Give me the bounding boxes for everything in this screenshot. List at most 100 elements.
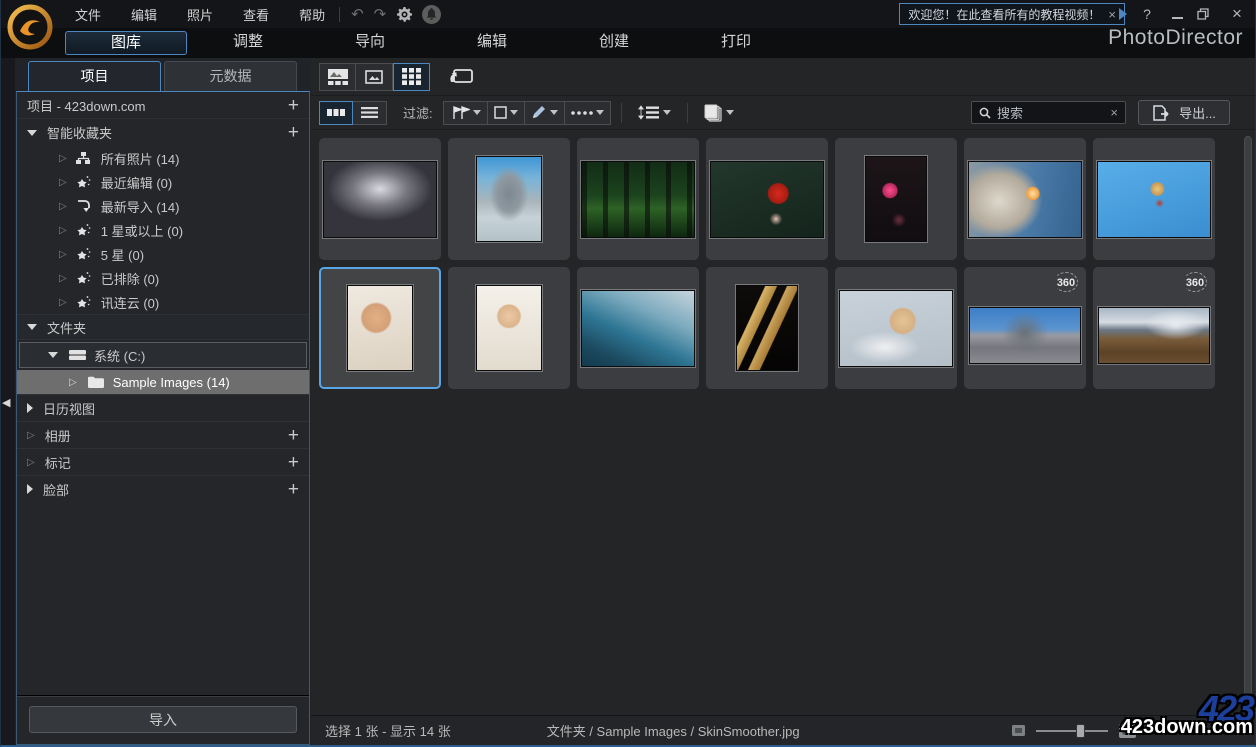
- photo-thumbnail-street-360-pano[interactable]: 360: [964, 267, 1086, 389]
- add-project-button[interactable]: +: [288, 96, 299, 115]
- smart-collection-header[interactable]: 智能收藏夹 +: [17, 119, 309, 146]
- chevron-right-icon[interactable]: ▷: [59, 225, 67, 236]
- menu-item-帮助[interactable]: 帮助: [291, 1, 333, 28]
- help-button[interactable]: ?: [1137, 6, 1157, 22]
- small-thumbnails-icon[interactable]: [1011, 724, 1026, 737]
- photo-image-woman-laughing: [476, 285, 542, 371]
- module-tab-创建[interactable]: 创建: [553, 31, 675, 55]
- edited-filter-button[interactable]: [524, 100, 565, 125]
- photo-thumbnail-neon-sign[interactable]: [835, 138, 957, 260]
- module-tab-编辑[interactable]: 编辑: [431, 31, 553, 55]
- grid-scrollbar[interactable]: [1244, 136, 1252, 709]
- chevron-right-icon[interactable]: ▷: [59, 249, 67, 260]
- smart-item-5 星 (0)[interactable]: ▷ 5 星 (0): [17, 242, 309, 266]
- single-view-button[interactable]: [356, 62, 393, 91]
- chevron-right-icon[interactable]: ▷: [59, 177, 67, 188]
- photo-image-canyon-360-pano: [1098, 306, 1210, 364]
- zoom-slider-handle[interactable]: [1076, 723, 1085, 738]
- selected-folder-item[interactable]: ▷ Sample Images (14): [17, 370, 309, 394]
- add-标记-button[interactable]: +: [288, 453, 299, 472]
- thumbnail-list-view-button[interactable]: [319, 100, 353, 125]
- rating-filter-button[interactable]: [487, 100, 525, 125]
- minimize-button[interactable]: [1167, 6, 1187, 22]
- sidebar-section-脸部[interactable]: 脸部 +: [17, 475, 309, 502]
- smart-item-1 星或以上 (0)[interactable]: ▷ 1 星或以上 (0): [17, 218, 309, 242]
- photo-thumbnail-basketball-dunk[interactable]: [319, 138, 441, 260]
- photo-thumbnail-woman-laughing[interactable]: [448, 267, 570, 389]
- module-tab-打印[interactable]: 打印: [675, 31, 797, 55]
- photo-thumbnail-woman-smiling[interactable]: [319, 267, 441, 389]
- gear-icon[interactable]: [391, 6, 418, 23]
- undo-icon[interactable]: ↶: [346, 3, 369, 25]
- sidebar-tab-元数据[interactable]: 元数据: [164, 61, 297, 91]
- chevron-down-icon: [509, 110, 518, 115]
- project-title: 项目 - 423down.com: [27, 98, 146, 114]
- chevron-right-icon[interactable]: ▷: [69, 377, 77, 388]
- color-label-filter-button[interactable]: [564, 100, 611, 125]
- add-脸部-button[interactable]: +: [288, 480, 299, 499]
- chevron-right-icon[interactable]: ▷: [59, 273, 67, 284]
- stack-display-button[interactable]: [698, 101, 740, 125]
- project-header-row[interactable]: 项目 - 423down.com +: [17, 92, 309, 119]
- photo-thumbnail-ocean-wave[interactable]: [577, 267, 699, 389]
- wand-icon: [75, 175, 93, 189]
- chevron-right-icon[interactable]: ▷: [59, 297, 67, 308]
- photo-thumbnail-rocket-launch[interactable]: [964, 138, 1086, 260]
- redo-icon[interactable]: ↷: [369, 3, 392, 25]
- export-button[interactable]: 导出...: [1138, 100, 1230, 125]
- smart-item-讯连云 (0)[interactable]: ▷ 讯连云 (0): [17, 290, 309, 314]
- filter-label: 过滤:: [403, 106, 433, 121]
- menu-item-照片[interactable]: 照片: [179, 1, 221, 28]
- search-input[interactable]: 搜索 ×: [971, 101, 1126, 124]
- grid-view-button[interactable]: [393, 62, 430, 91]
- banner-close-icon[interactable]: ×: [1108, 7, 1116, 22]
- sidebar-collapse-strip[interactable]: ◀: [1, 58, 15, 745]
- drive-item[interactable]: 系统 (C:): [19, 342, 307, 368]
- module-tab-调整[interactable]: 调整: [187, 31, 309, 55]
- large-thumbnails-icon[interactable]: [1118, 723, 1137, 739]
- chevron-right-icon[interactable]: ▷: [59, 201, 67, 212]
- smart-item-所有照片 (14)[interactable]: ▷ 所有照片 (14): [17, 146, 309, 170]
- photo-thumbnail-maple-leaf[interactable]: [706, 138, 828, 260]
- menu-item-文件[interactable]: 文件: [67, 1, 109, 28]
- import-button[interactable]: 导入: [29, 706, 297, 733]
- secondary-display-button[interactable]: [442, 63, 479, 91]
- smart-item-最近编辑 (0)[interactable]: ▷ 最近编辑 (0): [17, 170, 309, 194]
- sidebar-section-日历视图[interactable]: 日历视图: [17, 394, 309, 421]
- notifications-bell-icon[interactable]: [422, 4, 442, 24]
- smart-item-label: 所有照片 (14): [100, 151, 180, 167]
- close-button[interactable]: ×: [1227, 4, 1247, 24]
- collapse-sidebar-icon[interactable]: ◀: [2, 396, 10, 409]
- smart-item-已排除 (0)[interactable]: ▷ 已排除 (0): [17, 266, 309, 290]
- module-tab-导向[interactable]: 导向: [309, 31, 431, 55]
- zoom-slider[interactable]: [1036, 723, 1108, 738]
- add-相册-button[interactable]: +: [288, 426, 299, 445]
- search-clear-icon[interactable]: ×: [1110, 105, 1118, 120]
- photo-thumbnail-window-light[interactable]: [706, 267, 828, 389]
- photo-thumbnail-canyon-360-pano[interactable]: 360: [1093, 267, 1215, 389]
- menu-item-查看[interactable]: 查看: [235, 1, 277, 28]
- chevron-right-icon[interactable]: ▷: [59, 153, 67, 164]
- menu-item-编辑[interactable]: 编辑: [123, 1, 165, 28]
- detail-list-view-button[interactable]: [353, 100, 387, 125]
- photo-image-woman-leaning: [839, 289, 953, 367]
- module-tab-图库[interactable]: 图库: [65, 31, 187, 55]
- scrollbar-thumb[interactable]: [1244, 136, 1252, 709]
- smart-item-最新导入 (14)[interactable]: ▷ 最新导入 (14): [17, 194, 309, 218]
- welcome-tutorial-banner[interactable]: 欢迎您！在此查看所有的教程视频！ ×: [899, 3, 1125, 25]
- add-smart-collection-button[interactable]: +: [288, 123, 299, 142]
- module-tabbar: 图库 调整 导向 编辑 创建 打印: [1, 28, 1255, 58]
- photo-thumbnail-snowboarder[interactable]: [1093, 138, 1215, 260]
- sort-button[interactable]: [632, 101, 677, 125]
- browser-thumbnail-view-button[interactable]: [319, 62, 356, 91]
- photo-thumbnail-forest[interactable]: [577, 138, 699, 260]
- sidebar-section-标记[interactable]: ▷ 标记 +: [17, 448, 309, 475]
- restore-button[interactable]: [1197, 8, 1217, 20]
- photo-thumbnail-boat-and-cliff[interactable]: [448, 138, 570, 260]
- sidebar-section-相册[interactable]: ▷ 相册 +: [17, 421, 309, 448]
- folders-header[interactable]: 文件夹: [17, 314, 309, 340]
- photo-thumbnail-woman-leaning[interactable]: [835, 267, 957, 389]
- flag-filter-button[interactable]: [442, 100, 488, 125]
- sidebar-tab-项目[interactable]: 项目: [28, 61, 161, 91]
- titlebar: 文件 编辑 照片 查看 帮助 ↶ ↷ 欢迎您！在此查看所有的教程视频！ × ? ×: [1, 0, 1255, 50]
